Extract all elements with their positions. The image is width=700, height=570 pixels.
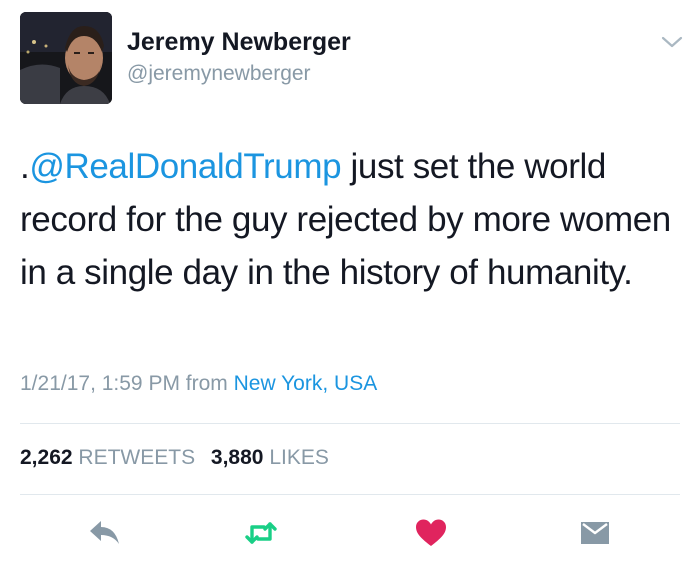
divider <box>20 423 680 424</box>
from-label: from <box>185 372 228 395</box>
reply-button[interactable] <box>88 518 122 548</box>
timestamp[interactable]: 1/21/17, 1:59 PM <box>20 372 180 395</box>
retweet-icon <box>245 522 277 544</box>
tweet-text: .@RealDonaldTrump just set the world rec… <box>20 140 680 299</box>
envelope-icon <box>581 522 609 544</box>
avatar-photo <box>20 12 112 104</box>
likes-label: LIKES <box>269 446 329 469</box>
location-link[interactable]: New York, USA <box>234 372 378 395</box>
divider <box>20 494 680 495</box>
reply-icon <box>90 521 119 544</box>
retweets-label: RETWEETS <box>78 446 196 469</box>
like-button[interactable] <box>414 518 448 548</box>
retweets-count: 2,262 <box>20 446 73 469</box>
heart-icon <box>416 519 446 546</box>
tweet-stats: 2,262 RETWEETS 3,880 LIKES <box>20 446 339 470</box>
mention-link[interactable]: @RealDonaldTrump <box>29 147 341 186</box>
retweet-button[interactable] <box>244 518 278 548</box>
retweets-stat[interactable]: 2,262 RETWEETS <box>20 446 195 469</box>
message-button[interactable] <box>578 518 612 548</box>
display-name[interactable]: Jeremy Newberger <box>127 28 351 57</box>
likes-count: 3,880 <box>210 446 264 469</box>
user-handle[interactable]: @jeremynewberger <box>127 62 311 86</box>
chevron-down-icon[interactable] <box>660 34 684 50</box>
tweet-prefix: . <box>20 147 30 186</box>
tweet-meta: 1/21/17, 1:59 PM from New York, USA <box>20 372 377 396</box>
avatar[interactable] <box>20 12 112 104</box>
likes-stat[interactable]: 3,880 LIKES <box>211 446 329 469</box>
